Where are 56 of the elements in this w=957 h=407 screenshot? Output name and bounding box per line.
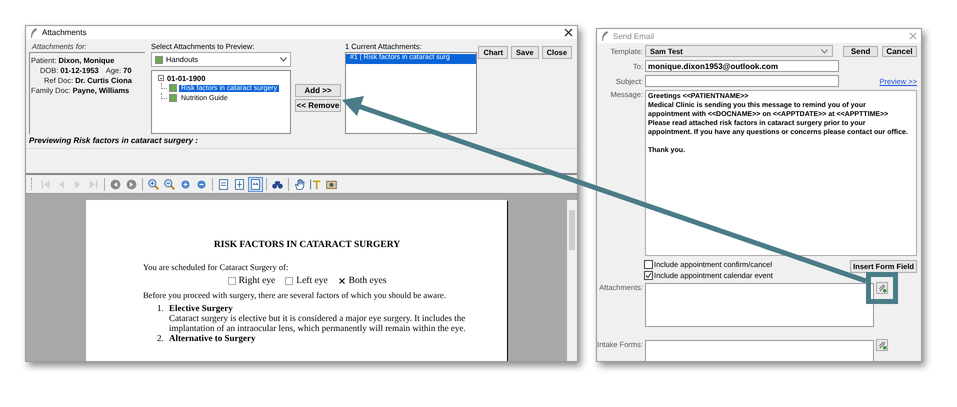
- feather-icon: [601, 31, 609, 41]
- plus-icon: [179, 178, 192, 190]
- toolbar-button[interactable]: [162, 176, 177, 192]
- first-icon: [39, 178, 52, 190]
- dialog-button[interactable]: Send: [843, 46, 878, 56]
- window-title: Send Email: [613, 32, 655, 40]
- checkbox[interactable]: [644, 271, 653, 280]
- toolbar-button[interactable]: [308, 176, 323, 192]
- attach-button[interactable]: [876, 282, 888, 294]
- item-text: Cataract surgery is elective but it is considered a major eye surgery. It includes the implantation of an intraocular lens, which permanently will remain within the eye.: [169, 313, 467, 333]
- forward-icon: [125, 178, 138, 190]
- document-text: Before you proceed with surgery, there are several factors of which you should be aware.: [143, 290, 447, 300]
- paperclip-icon: [878, 340, 886, 350]
- fitwidth-icon: [249, 178, 262, 190]
- attach-button[interactable]: [876, 339, 888, 351]
- hand-icon: [293, 178, 306, 190]
- toolbar-button[interactable]: [124, 176, 139, 192]
- preview-label: Previewing Risk factors in cataract surgery :: [28, 135, 199, 147]
- toolbar-button[interactable]: [232, 176, 247, 192]
- option-label: Right eye: [238, 276, 276, 286]
- expander-icon[interactable]: [158, 75, 164, 81]
- toolbar-button[interactable]: [292, 176, 307, 192]
- scrollbar[interactable]: [567, 200, 577, 361]
- toolbar-button[interactable]: [146, 176, 161, 192]
- option-label: Both eyes: [348, 276, 386, 286]
- document-text: You are scheduled for Cataract Surgery of:: [143, 262, 290, 272]
- text-icon: [309, 178, 322, 190]
- message-field[interactable]: [645, 90, 917, 256]
- window-title: Attachments: [42, 28, 88, 37]
- toolbar-button[interactable]: [108, 176, 123, 192]
- caret-icon: [821, 48, 828, 54]
- attachment-field[interactable]: [645, 283, 874, 327]
- back-icon: [109, 178, 122, 190]
- close-icon[interactable]: [564, 28, 573, 37]
- caret-icon: [280, 57, 287, 62]
- fitpage-icon: [233, 178, 246, 190]
- list-number: 1.: [157, 303, 165, 315]
- feather-icon: [30, 28, 38, 38]
- list-number: 2.: [157, 333, 165, 343]
- item-heading: Alternative to Surgery: [169, 333, 256, 343]
- subject-field[interactable]: [645, 75, 839, 87]
- last-icon: [87, 178, 100, 190]
- move-button[interactable]: Add >>: [295, 84, 341, 97]
- toolbar-button[interactable]: [248, 176, 263, 192]
- to-field[interactable]: monique.dixon1953@outlook.com: [645, 60, 839, 72]
- option-label: Left eye: [296, 276, 328, 286]
- zoomout-icon: [163, 178, 176, 190]
- document-icon: [155, 56, 163, 64]
- zoomin-icon: [147, 178, 160, 190]
- dialog-button[interactable]: Cancel: [882, 46, 917, 56]
- move-button[interactable]: << Remove: [295, 99, 341, 112]
- item-heading: Elective Surgery: [169, 303, 234, 313]
- minus-icon: [195, 178, 208, 190]
- document-title: RISK FACTORS IN CATARACT SURGERY: [212, 240, 402, 250]
- paperclip-icon: [878, 284, 886, 292]
- checkbox[interactable]: [644, 260, 653, 269]
